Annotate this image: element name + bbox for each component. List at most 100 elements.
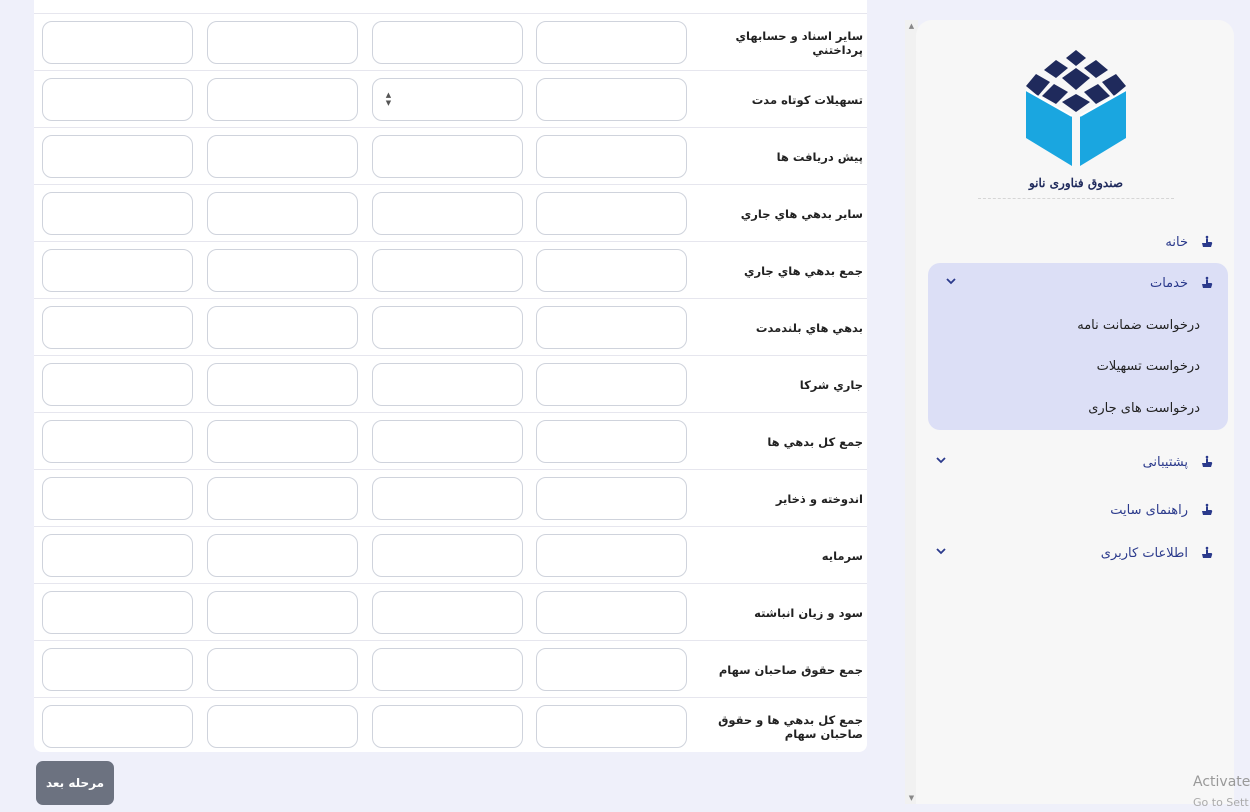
value-input-col-2[interactable] xyxy=(207,192,358,235)
chevron-down-icon[interactable] xyxy=(946,276,956,286)
row-label: ساير بدهي هاي جاري xyxy=(740,206,863,221)
nav-sub-guarantee-request[interactable]: درخواست ضمانت نامه xyxy=(1077,318,1200,333)
form-row: سود و زيان انباشته xyxy=(34,583,867,640)
value-input-col-3[interactable]: ▲ ▼ xyxy=(372,78,523,121)
nav-item-site-guide[interactable]: راهنمای سايت xyxy=(916,490,1234,530)
row-label: اندوخته و ذخاير xyxy=(775,491,863,506)
nav-item-user-info[interactable]: اطلاعات کاربری xyxy=(916,533,1234,573)
value-input-col-2[interactable] xyxy=(207,363,358,406)
value-input-col-1[interactable] xyxy=(42,420,193,463)
value-input-col-1[interactable] xyxy=(42,363,193,406)
value-input-col-3[interactable] xyxy=(372,306,523,349)
row-label: جمع کل بدهي ها xyxy=(767,434,863,449)
value-input-col-2[interactable] xyxy=(207,534,358,577)
value-input-col-3[interactable] xyxy=(372,591,523,634)
value-input-col-2[interactable] xyxy=(207,78,358,121)
chevron-down-icon[interactable] xyxy=(936,546,946,556)
value-input-col-1[interactable] xyxy=(42,306,193,349)
form-row: جمع کل بدهي ها xyxy=(34,412,867,469)
row-label: جمع حقوق صاحبان سهام xyxy=(718,662,863,677)
value-input-col-2[interactable] xyxy=(207,420,358,463)
row-label: ساير اسناد و حسابهاي پرداختني xyxy=(735,28,864,57)
nav-sub-facility-request[interactable]: درخواست تسهيلات xyxy=(1097,359,1200,374)
nav-label-site-guide: راهنمای سايت xyxy=(1110,502,1188,518)
hand-icon xyxy=(1202,276,1213,288)
value-input-col-4[interactable] xyxy=(536,135,687,178)
value-input-col-3[interactable] xyxy=(372,21,523,64)
value-input-col-3[interactable] xyxy=(372,420,523,463)
value-input-col-1[interactable] xyxy=(42,705,193,748)
value-input-col-2[interactable] xyxy=(207,477,358,520)
nav-item-services[interactable]: خدمات xyxy=(916,263,1234,303)
value-input-col-2[interactable] xyxy=(207,21,358,64)
value-input-col-1[interactable] xyxy=(42,78,193,121)
form-row: ساير بدهي هاي جاري xyxy=(34,184,867,241)
form-row: بدهي هاي بلندمدت xyxy=(34,298,867,355)
value-input-col-4[interactable] xyxy=(536,192,687,235)
value-input-col-4[interactable] xyxy=(536,306,687,349)
value-input-col-2[interactable] xyxy=(207,306,358,349)
value-input-col-2[interactable] xyxy=(207,591,358,634)
value-input-col-3[interactable] xyxy=(372,534,523,577)
form-row: پيش دريافت ها xyxy=(34,127,867,184)
value-input-col-3[interactable] xyxy=(372,363,523,406)
value-input-col-1[interactable] xyxy=(42,534,193,577)
value-input-col-4[interactable] xyxy=(536,477,687,520)
nav-label-user-info: اطلاعات کاربری xyxy=(1100,545,1188,561)
nav-label-home: خانه xyxy=(1165,234,1188,250)
value-input-col-4[interactable] xyxy=(536,363,687,406)
form-row: سرمايه xyxy=(34,526,867,583)
value-input-col-3[interactable] xyxy=(372,249,523,292)
value-input-col-4[interactable] xyxy=(536,705,687,748)
form-row: جمع کل بدهي ها و حقوق صاحبان سهام xyxy=(34,697,867,754)
hand-icon xyxy=(1202,235,1213,247)
windows-activate-hint: Go to Sett xyxy=(1193,796,1249,809)
value-input-col-1[interactable] xyxy=(42,591,193,634)
value-input-col-4[interactable] xyxy=(536,648,687,691)
value-input-col-1[interactable] xyxy=(42,21,193,64)
row-label: جاري شرکا xyxy=(799,377,863,392)
value-input-col-2[interactable] xyxy=(207,249,358,292)
form-row: جاري شرکا xyxy=(34,355,867,412)
value-input-col-4[interactable] xyxy=(536,78,687,121)
row-label: تسهيلات کوتاه مدت xyxy=(751,92,863,107)
value-input-col-2[interactable] xyxy=(207,135,358,178)
value-input-col-4[interactable] xyxy=(536,591,687,634)
value-input-col-3[interactable] xyxy=(372,477,523,520)
nano-fund-logo: صندوق فناوری نانو xyxy=(1016,38,1136,203)
chevron-down-icon[interactable] xyxy=(936,455,946,465)
spinner-icon[interactable]: ▲ ▼ xyxy=(384,91,393,109)
value-input-col-1[interactable] xyxy=(42,477,193,520)
value-input-col-2[interactable] xyxy=(207,705,358,748)
hand-icon xyxy=(1202,546,1213,558)
logo-graphic xyxy=(1025,50,1127,166)
next-step-button[interactable]: مرحله بعد xyxy=(36,761,114,805)
value-input-col-4[interactable] xyxy=(536,534,687,577)
value-input-col-4[interactable] xyxy=(536,249,687,292)
value-input-col-2[interactable] xyxy=(207,648,358,691)
row-label: سرمايه xyxy=(821,548,863,563)
value-input-col-4[interactable] xyxy=(536,420,687,463)
nav-item-support[interactable]: پشتيبانی xyxy=(916,442,1234,482)
form-row: جمع حقوق صاحبان سهام xyxy=(34,640,867,697)
form-row: ▲ ▼ تسهيلات کوتاه مدت xyxy=(34,70,867,127)
sidebar-divider xyxy=(978,198,1174,199)
form-row: اندوخته و ذخاير xyxy=(34,469,867,526)
hand-icon xyxy=(1202,503,1213,515)
value-input-col-3[interactable] xyxy=(372,648,523,691)
balance-sheet-form: ساير اسناد و حسابهاي پرداختني ▲ ▼ تسهيلات ک… xyxy=(34,0,867,752)
value-input-col-4[interactable] xyxy=(536,21,687,64)
value-input-col-1[interactable] xyxy=(42,192,193,235)
form-row: ساير اسناد و حسابهاي پرداختني xyxy=(34,13,867,70)
value-input-col-3[interactable] xyxy=(372,192,523,235)
nav-label-support: پشتيبانی xyxy=(1142,454,1188,470)
value-input-col-1[interactable] xyxy=(42,249,193,292)
nav-sub-current-requests[interactable]: درخواست های جاری xyxy=(1088,401,1200,416)
row-label: جمع کل بدهي ها و حقوق صاحبان سهام xyxy=(718,712,863,741)
value-input-col-1[interactable] xyxy=(42,648,193,691)
nav-item-home[interactable]: خانه xyxy=(916,222,1234,262)
value-input-col-3[interactable] xyxy=(372,135,523,178)
value-input-col-3[interactable] xyxy=(372,705,523,748)
value-input-col-1[interactable] xyxy=(42,135,193,178)
sidebar: صندوق فناوری نانو خانه خدمات درخواست ضما… xyxy=(916,20,1234,804)
